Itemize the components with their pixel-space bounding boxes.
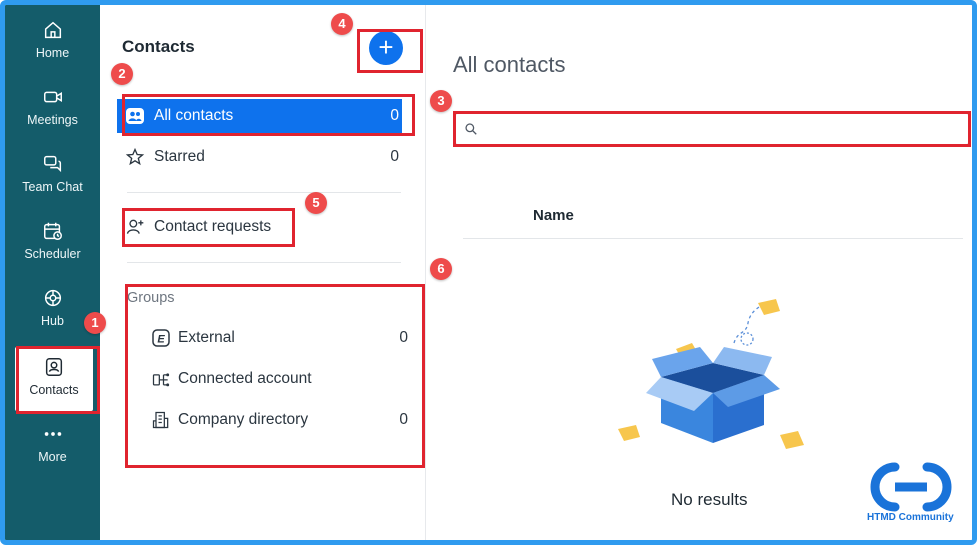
all-contacts-label: All contacts bbox=[154, 107, 234, 124]
group-item-external[interactable]: E External 0 bbox=[150, 323, 408, 353]
nav-rail: Home Meetings Team Chat Scheduler Hub Co… bbox=[5, 5, 100, 540]
annotation-badge-3: 3 bbox=[430, 90, 452, 112]
annotation-badge-2: 2 bbox=[111, 63, 133, 85]
rail-item-scheduler[interactable]: Scheduler bbox=[5, 220, 100, 280]
add-contact-button[interactable]: + bbox=[369, 31, 403, 65]
external-badge-icon: E bbox=[150, 328, 172, 348]
contacts-panel: Contacts + All contacts 0 Starred 0 Cont… bbox=[100, 5, 426, 540]
column-header-name: Name bbox=[533, 207, 574, 224]
rail-item-more[interactable]: More bbox=[5, 423, 100, 483]
star-icon bbox=[124, 146, 146, 168]
more-dots-icon bbox=[44, 432, 61, 436]
rail-item-contacts[interactable]: Contacts bbox=[15, 347, 93, 411]
panel-title: Contacts bbox=[122, 37, 195, 56]
all-contacts-count: 0 bbox=[390, 107, 399, 124]
annotation-badge-1: 1 bbox=[84, 312, 106, 334]
groups-heading: Groups bbox=[127, 290, 175, 306]
empty-box-illustration bbox=[618, 299, 804, 449]
chat-bubbles-icon bbox=[43, 155, 61, 173]
calendar-clock-icon bbox=[43, 222, 62, 240]
group-label-connected-account: Connected account bbox=[178, 370, 312, 387]
annotation-badge-5: 5 bbox=[305, 192, 327, 214]
annotation-badge-6: 6 bbox=[430, 258, 452, 280]
search-input[interactable] bbox=[484, 121, 968, 137]
group-count-external: 0 bbox=[399, 329, 408, 346]
starred-count: 0 bbox=[390, 148, 399, 165]
search-box[interactable] bbox=[455, 113, 969, 145]
connected-account-icon bbox=[150, 369, 172, 389]
contact-requests-item[interactable]: Contact requests bbox=[117, 210, 292, 244]
video-camera-icon bbox=[43, 91, 62, 103]
rail-label-home: Home bbox=[35, 46, 70, 60]
people-group-icon bbox=[124, 105, 146, 127]
starred-label: Starred bbox=[154, 148, 205, 165]
group-label-external: External bbox=[178, 329, 235, 346]
starred-item[interactable]: Starred 0 bbox=[117, 140, 402, 174]
contact-requests-label: Contact requests bbox=[154, 218, 272, 235]
rail-label-contacts: Contacts bbox=[29, 383, 79, 397]
rail-item-team-chat[interactable]: Team Chat bbox=[5, 153, 100, 213]
rail-label-scheduler: Scheduler bbox=[24, 247, 81, 261]
building-icon bbox=[150, 410, 172, 430]
app-window: Home Meetings Team Chat Scheduler Hub Co… bbox=[0, 0, 977, 545]
divider bbox=[127, 192, 401, 193]
watermark-text: HTMD Community bbox=[867, 512, 954, 523]
add-person-icon bbox=[124, 216, 146, 238]
search-icon bbox=[465, 123, 477, 135]
rail-label-more: More bbox=[38, 450, 67, 464]
rail-label-team-chat: Team Chat bbox=[22, 180, 83, 194]
external-badge-letter: E bbox=[157, 334, 165, 346]
header-divider bbox=[463, 238, 963, 239]
annotation-badge-4: 4 bbox=[331, 13, 353, 35]
group-item-connected-account[interactable]: Connected account bbox=[150, 364, 408, 394]
group-item-company-directory[interactable]: Company directory 0 bbox=[150, 405, 408, 435]
divider bbox=[127, 262, 401, 263]
rail-item-home[interactable]: Home bbox=[5, 19, 100, 79]
rail-item-meetings[interactable]: Meetings bbox=[5, 86, 100, 146]
contact-card-icon bbox=[45, 358, 63, 376]
rail-label-meetings: Meetings bbox=[27, 113, 78, 127]
no-results-text: No results bbox=[671, 490, 748, 509]
home-icon bbox=[44, 21, 61, 39]
group-label-company-directory: Company directory bbox=[178, 411, 309, 428]
hub-icon bbox=[44, 289, 61, 307]
page-title: All contacts bbox=[453, 52, 566, 77]
all-contacts-item[interactable]: All contacts 0 bbox=[117, 99, 402, 133]
group-count-company-directory: 0 bbox=[399, 411, 408, 428]
